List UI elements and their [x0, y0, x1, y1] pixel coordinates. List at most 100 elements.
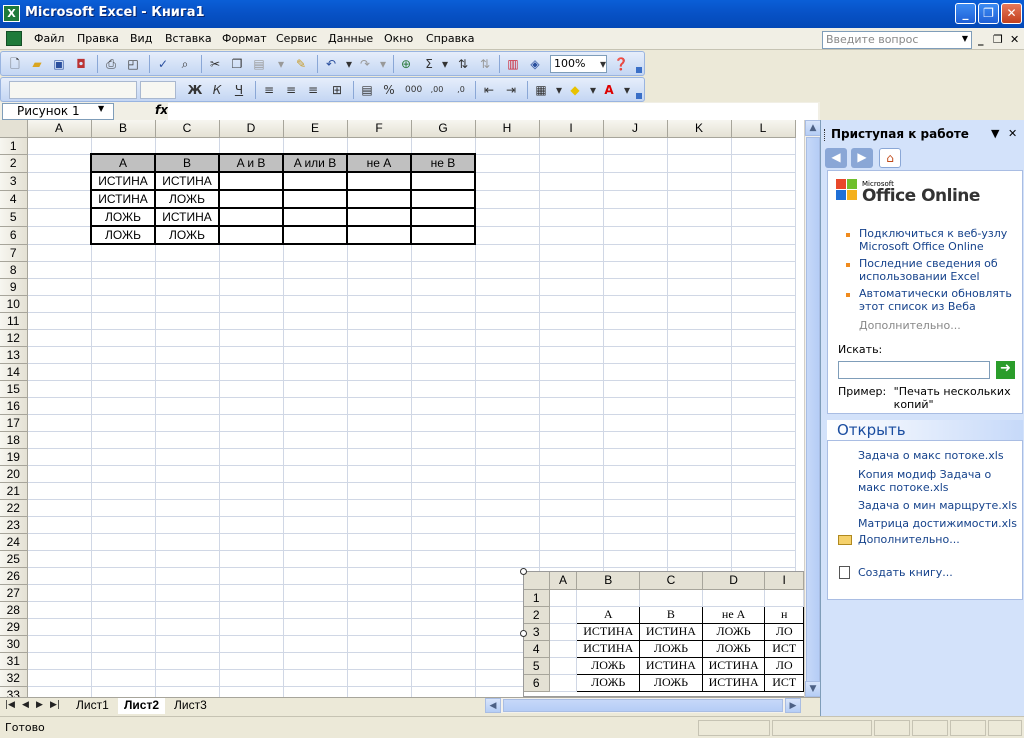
increase-decimal-icon[interactable]: ,00 [429, 82, 445, 98]
cell[interactable] [475, 533, 540, 551]
cell[interactable] [27, 652, 92, 670]
cell[interactable] [283, 669, 348, 687]
cell[interactable]: не B [410, 153, 476, 173]
row-header[interactable]: 16 [0, 397, 28, 415]
cell[interactable] [91, 278, 156, 296]
column-header[interactable]: C [155, 120, 220, 138]
cell[interactable] [411, 431, 476, 449]
cell[interactable] [91, 261, 156, 279]
font-name-select[interactable] [9, 81, 137, 99]
cell[interactable] [539, 346, 604, 364]
cell[interactable] [283, 414, 348, 432]
cell[interactable] [283, 550, 348, 568]
cell[interactable] [411, 584, 476, 602]
cell[interactable] [603, 380, 668, 398]
cell[interactable] [219, 261, 284, 279]
cell[interactable] [539, 516, 604, 534]
chevron-down-icon[interactable]: ▾ [585, 82, 601, 98]
cell[interactable] [155, 567, 220, 585]
row-header[interactable]: 15 [0, 380, 28, 398]
cell[interactable] [27, 295, 92, 313]
first-sheet-icon[interactable]: |◀ [5, 700, 15, 710]
scroll-down-icon[interactable]: ▼ [805, 681, 821, 697]
copy-icon[interactable]: ❐ [229, 56, 245, 72]
cell[interactable] [539, 190, 604, 209]
cell[interactable] [219, 686, 284, 697]
cell[interactable] [731, 137, 796, 155]
menu-help[interactable]: Справка [426, 32, 474, 45]
research-icon[interactable]: ⌕ [177, 56, 193, 72]
cell[interactable] [347, 380, 412, 398]
decrease-decimal-icon[interactable]: ,0 [453, 82, 469, 98]
workbook-icon[interactable] [6, 31, 22, 46]
column-header[interactable]: J [603, 120, 668, 138]
menu-data[interactable]: Данные [328, 32, 373, 45]
row-header[interactable]: 10 [0, 295, 28, 313]
cell[interactable] [283, 533, 348, 551]
row-header[interactable]: 5 [0, 208, 28, 227]
prev-sheet-icon[interactable]: ◀ [22, 700, 29, 710]
align-left-icon[interactable]: ≡ [261, 82, 277, 98]
cell[interactable] [27, 414, 92, 432]
cell[interactable] [411, 601, 476, 619]
cell[interactable] [91, 601, 156, 619]
cell[interactable] [411, 261, 476, 279]
cell[interactable]: A или B [282, 153, 348, 173]
cell[interactable] [667, 154, 732, 173]
cell[interactable] [27, 499, 92, 517]
cell[interactable] [155, 482, 220, 500]
cell[interactable] [91, 346, 156, 364]
cell[interactable] [218, 189, 284, 209]
cell[interactable] [475, 516, 540, 534]
cell[interactable] [539, 363, 604, 381]
cell[interactable] [603, 261, 668, 279]
row-header[interactable]: 4 [0, 190, 28, 209]
cell[interactable]: A [90, 153, 156, 173]
cell[interactable] [475, 312, 540, 330]
cell[interactable] [27, 226, 92, 245]
cell[interactable] [283, 601, 348, 619]
cell[interactable]: A и B [218, 153, 284, 173]
scroll-thumb[interactable] [503, 699, 783, 712]
cell[interactable] [91, 363, 156, 381]
cell[interactable] [539, 465, 604, 483]
cell[interactable] [411, 516, 476, 534]
recent-file[interactable]: Задача о мин марщруте.xls [858, 499, 1018, 512]
cell[interactable] [283, 584, 348, 602]
cell[interactable] [27, 278, 92, 296]
cell[interactable] [27, 397, 92, 415]
cell[interactable] [91, 533, 156, 551]
cell[interactable] [91, 567, 156, 585]
cell[interactable] [731, 414, 796, 432]
row-header[interactable]: 11 [0, 312, 28, 330]
cell[interactable] [667, 550, 732, 568]
horizontal-scrollbar[interactable]: ◀ ▶ [485, 698, 801, 713]
cell[interactable] [667, 226, 732, 245]
cell[interactable] [155, 635, 220, 653]
cell[interactable] [283, 516, 348, 534]
paste-icon[interactable]: ▤ [251, 56, 267, 72]
align-right-icon[interactable]: ≡ [305, 82, 321, 98]
cell[interactable] [27, 208, 92, 227]
cell[interactable] [91, 380, 156, 398]
menu-file[interactable]: Файл [34, 32, 64, 45]
cell[interactable] [731, 380, 796, 398]
cell[interactable] [603, 431, 668, 449]
cell[interactable] [283, 465, 348, 483]
cell[interactable] [346, 225, 412, 245]
cell[interactable] [475, 397, 540, 415]
cell[interactable] [283, 482, 348, 500]
cell[interactable] [27, 154, 92, 173]
cell[interactable] [283, 567, 348, 585]
cell[interactable] [731, 278, 796, 296]
minimize-button[interactable]: _ [955, 3, 976, 24]
cell[interactable] [91, 295, 156, 313]
cell[interactable] [539, 448, 604, 466]
column-header[interactable]: B [91, 120, 156, 138]
cell[interactable] [667, 482, 732, 500]
cell[interactable] [731, 190, 796, 209]
tp-more-link[interactable]: Дополнительно... [859, 319, 961, 332]
cell[interactable] [347, 137, 412, 155]
cell[interactable] [475, 137, 540, 155]
cell[interactable] [155, 363, 220, 381]
